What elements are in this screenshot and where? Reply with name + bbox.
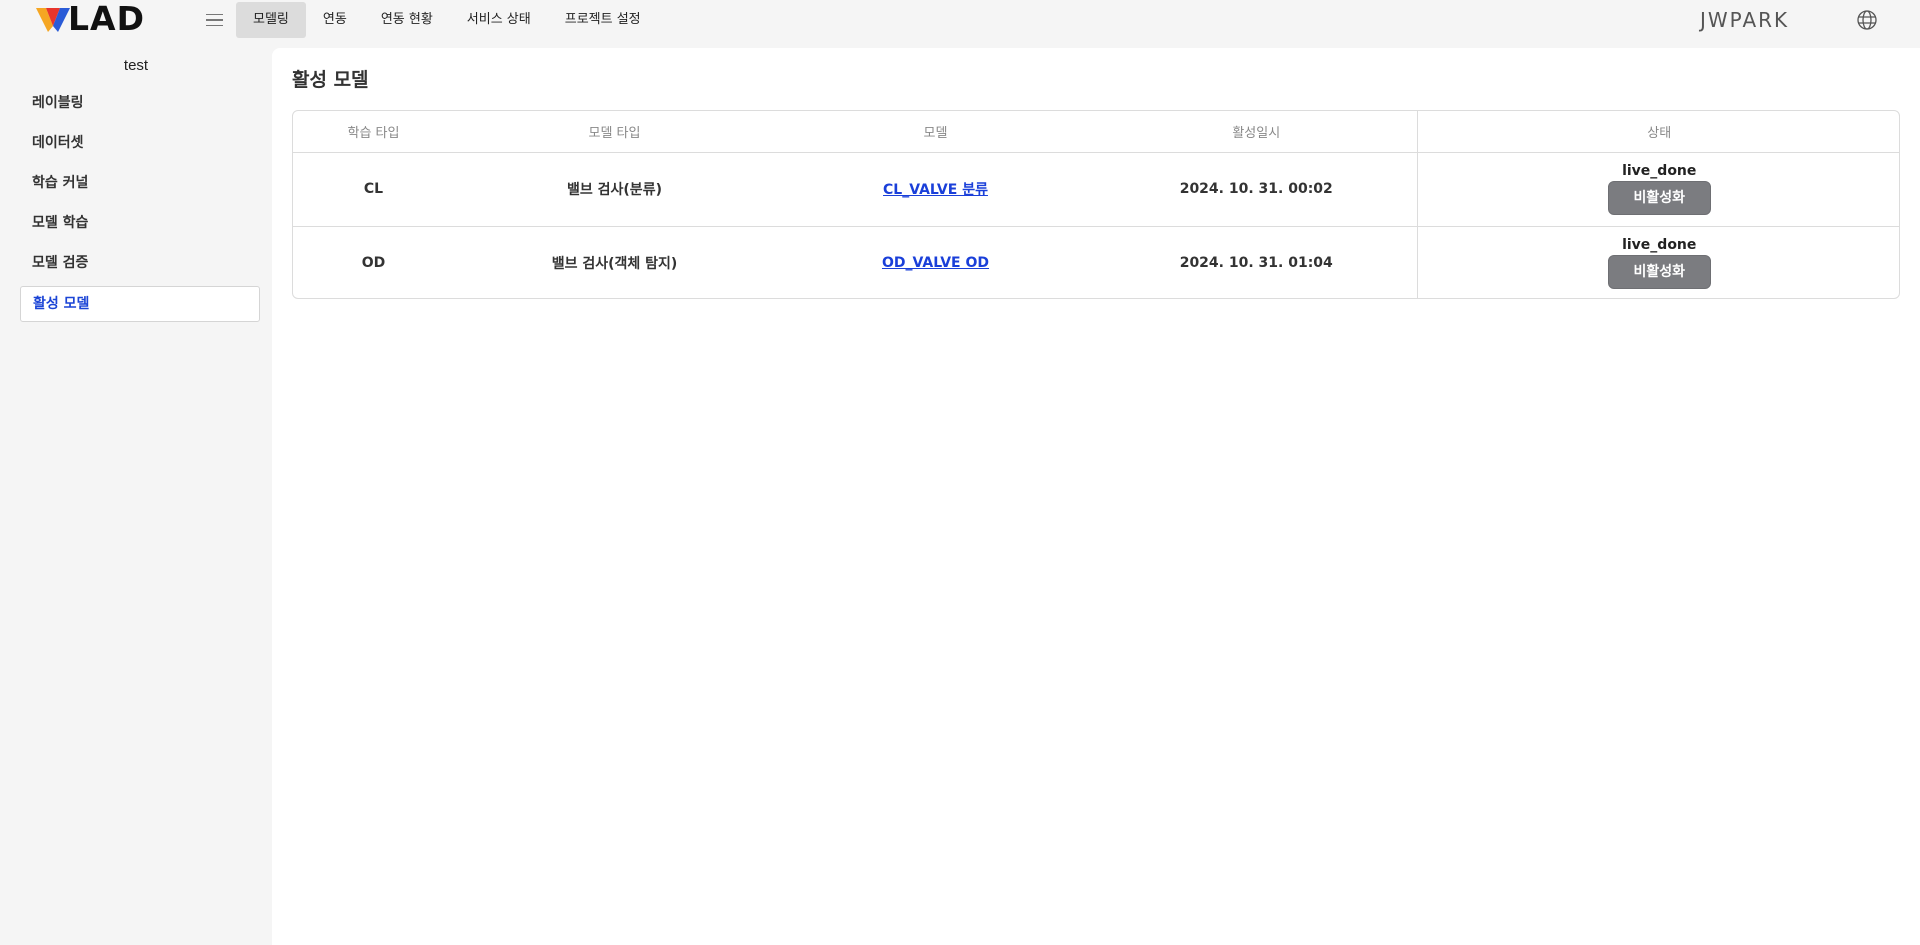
active-models-table: 학습 타입 모델 타입 모델 활성일시 상태 CL 밸브 검사(분류) CL_V… (292, 110, 1900, 299)
main-nav: 모델링 연동 연동 현황 서비스 상태 프로젝트 설정 (236, 2, 658, 38)
sidebar-item-labeling[interactable]: 레이블링 (20, 86, 260, 122)
sidebar-item-dataset[interactable]: 데이터셋 (20, 126, 260, 162)
brand-logo[interactable]: LAD (34, 0, 145, 38)
logo-text: LAD (68, 0, 145, 38)
hamburger-menu-icon[interactable] (206, 10, 226, 30)
model-link[interactable]: CL_VALVE 분류 (883, 182, 988, 198)
cell-train-type: OD (361, 255, 386, 272)
page-title: 활성 모델 (292, 69, 369, 91)
header-status: 상태 (1416, 111, 1899, 153)
main-panel: 활성 모델 학습 타입 모델 타입 모델 활성일시 상태 CL 밸브 검사(분류… (272, 48, 1920, 945)
sidebar-item-model-validation[interactable]: 모델 검증 (20, 246, 260, 282)
table-row: OD 밸브 검사(객체 탐지) OD_VALVE OD 2024. 10. 31… (293, 226, 1899, 298)
tab-integration-status[interactable]: 연동 현황 (364, 2, 450, 38)
cell-model: CL_VALVE 분류 (775, 152, 1096, 227)
sidebar-item-active-models[interactable]: 활성 모델 (20, 286, 260, 322)
logo-v-icon (36, 8, 70, 32)
sidebar-item-model-training[interactable]: 모델 학습 (20, 206, 260, 242)
model-link[interactable]: OD_VALVE OD (882, 255, 989, 271)
tab-project-settings[interactable]: 프로젝트 설정 (548, 2, 658, 38)
status-text: live_done (1622, 237, 1697, 254)
cell-model-type: 밸브 검사(분류) (454, 152, 775, 227)
cell-status: live_done 비활성화 (1416, 226, 1899, 298)
user-name[interactable]: JWPARK (1700, 8, 1789, 32)
deactivate-button[interactable]: 비활성화 (1607, 255, 1711, 290)
cell-train-type: CL (293, 152, 454, 227)
header-activated-at: 활성일시 (1096, 111, 1417, 153)
tab-integration[interactable]: 연동 (306, 2, 364, 38)
globe-icon[interactable] (1856, 9, 1878, 31)
top-bar: LAD 모델링 연동 연동 현황 서비스 상태 프로젝트 설정 JWPARK (0, 0, 1920, 40)
tab-modeling[interactable]: 모델링 (236, 2, 306, 38)
status-text: live_done (1622, 163, 1697, 179)
tab-service-status[interactable]: 서비스 상태 (450, 2, 548, 38)
table-header-row: 학습 타입 모델 타입 모델 활성일시 상태 (293, 111, 1899, 153)
sidebar-item-training-kernel[interactable]: 학습 커널 (20, 166, 260, 202)
header-train-type: 학습 타입 (293, 111, 454, 153)
cell-model: OD_VALVE OD (775, 226, 1096, 298)
cell-status: live_done 비활성화 (1416, 152, 1899, 227)
sidebar: test 레이블링 데이터셋 학습 커널 모델 학습 모델 검증 활성 모델 (0, 40, 272, 945)
header-model-type: 모델 타입 (454, 111, 775, 153)
project-name: test (123, 57, 149, 74)
deactivate-button[interactable]: 비활성화 (1607, 181, 1711, 215)
header-model: 모델 (775, 111, 1096, 153)
table-row: CL 밸브 검사(분류) CL_VALVE 분류 2024. 10. 31. 0… (293, 152, 1899, 227)
cell-model-type: 밸브 검사(객체 탐지) (551, 256, 678, 273)
cell-activated-at: 2024. 10. 31. 00:02 (1096, 152, 1417, 227)
cell-activated-at: 2024. 10. 31. 01:04 (1179, 255, 1333, 272)
